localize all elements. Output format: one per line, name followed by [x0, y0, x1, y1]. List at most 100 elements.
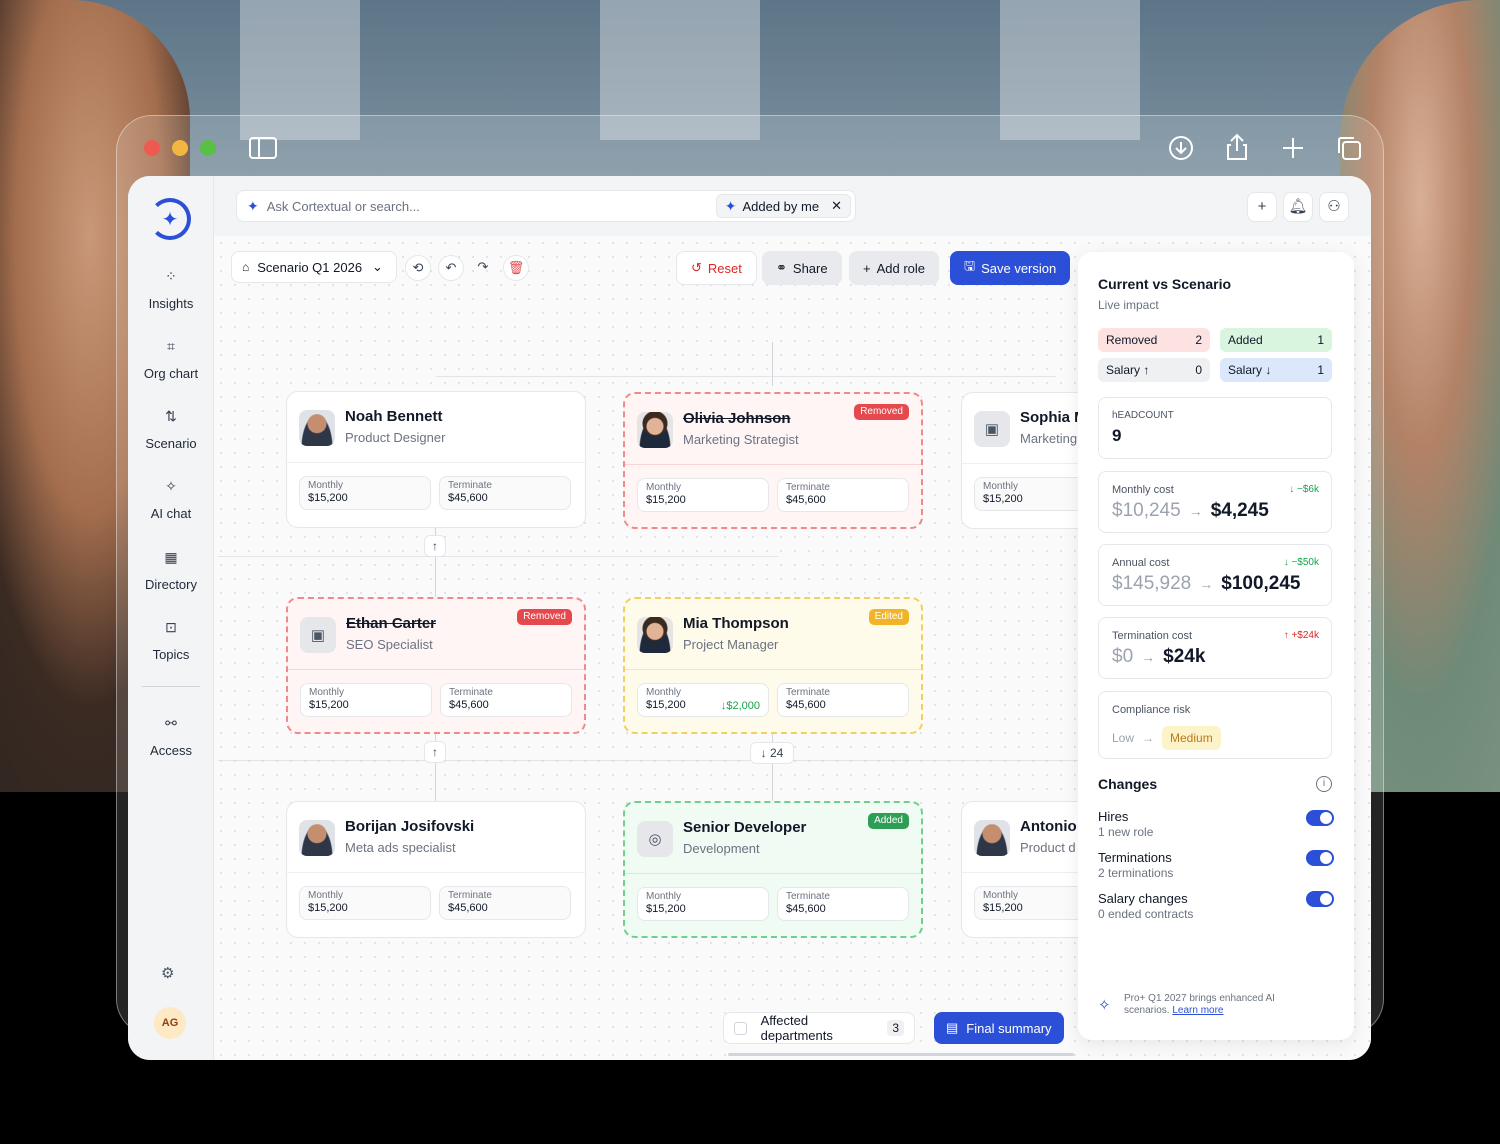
status-badge: Added [868, 813, 909, 829]
top-bar: ✦ Ask Cortextual or search... ✦ Added by… [214, 176, 1371, 236]
nav-item-org-chart[interactable]: ⌗ Org chart [128, 338, 214, 381]
card-divider [625, 669, 921, 670]
removed-count-pill: Removed 2 [1098, 328, 1210, 352]
sparkle-icon: ✦ [247, 197, 259, 214]
add-button[interactable]: + [1247, 192, 1277, 222]
terminate-stat: Terminate $45,600 [439, 476, 571, 510]
connector-line [218, 556, 778, 557]
arrow-right-icon: → [1142, 731, 1155, 745]
employee-card[interactable]: ◎ Senior Developer Development Added Mon… [623, 801, 923, 938]
employee-card[interactable]: Noah Bennett Product Designer Monthly $15… [286, 391, 586, 528]
avatar [299, 820, 335, 856]
collapse-up-button[interactable]: ↑ [424, 741, 446, 763]
termination-cost-metric: Termination cost ↑ +$24k $0 → $24k [1098, 617, 1332, 679]
download-icon[interactable] [1166, 133, 1196, 163]
avatar [637, 412, 673, 448]
sidebar-divider [142, 686, 200, 687]
bell-icon[interactable]: 🔔︎ [1283, 192, 1313, 222]
employee-card[interactable]: ▣ Sophia M Marketing Monthly $15,200 [961, 392, 1087, 529]
close-window-button[interactable] [144, 140, 160, 156]
reset-button[interactable]: ↺ Reset [676, 251, 757, 285]
nav-item-access[interactable]: ⚯ Access [128, 715, 214, 758]
card-divider [625, 464, 921, 465]
annual-cost-metric: Annual cost ↓ −$50k $145,928 → $100,245 [1098, 544, 1332, 606]
employee-card[interactable]: Olivia Johnson Marketing Strategist Remo… [623, 392, 923, 529]
reset-icon: ↺ [691, 260, 702, 275]
salary-delta: ↓$2,000 [720, 700, 760, 712]
topics-icon: ⊡ [165, 619, 177, 635]
user-settings-icon[interactable]: ⚇ [1319, 192, 1349, 222]
horizontal-scrollbar[interactable] [728, 1053, 1074, 1056]
card-divider [287, 872, 585, 873]
status-badge: Removed [517, 609, 572, 625]
monthly-stat: Monthly $15,200 [637, 887, 769, 921]
employee-card[interactable]: Antonio Product d Monthly $15,200 [961, 801, 1086, 938]
employee-card[interactable]: Mia Thompson Project Manager Edited Mont… [623, 597, 923, 734]
share-browser-icon[interactable] [1222, 133, 1252, 163]
history-icon[interactable]: ⟲ [405, 255, 431, 281]
settings-gear-icon[interactable]: ⚙ [161, 964, 174, 982]
image-placeholder-icon: ▣ [974, 411, 1010, 447]
card-divider [962, 463, 1079, 464]
avatar [974, 820, 1010, 856]
filter-chip[interactable]: ✦ Added by me ✕ [715, 194, 851, 218]
status-badge: Removed [854, 404, 909, 420]
plus-icon: + [863, 260, 871, 276]
terminate-stat: Terminate $45,600 [777, 478, 909, 512]
learn-more-link[interactable]: Learn more [1172, 1005, 1223, 1016]
info-icon[interactable]: i [1316, 776, 1332, 792]
trash-icon[interactable]: 🗑︎ [503, 255, 529, 281]
scenario-select[interactable]: ⌂ Scenario Q1 2026 ⌄ [231, 251, 397, 283]
monthly-stat: Monthly $15,200 ↓$2,000 [637, 683, 769, 717]
sidebar-toggle-icon[interactable] [248, 133, 278, 163]
employee-card[interactable]: Borijan Josifovski Meta ads specialist M… [286, 801, 586, 938]
logo-icon[interactable]: ✦ [149, 198, 191, 240]
sparkle-icon: ✧ [1098, 997, 1111, 1014]
minimize-window-button[interactable] [172, 140, 188, 156]
add-role-button[interactable]: + Add role [849, 251, 940, 285]
expand-children-button[interactable]: ↓ 24 [750, 742, 794, 764]
nav-item-topics[interactable]: ⊡ Topics [128, 619, 214, 662]
chevron-down-icon: ⌄ [372, 259, 383, 274]
card-divider [625, 873, 921, 874]
share-button[interactable]: ⚭ Share [762, 251, 842, 285]
final-summary-button[interactable]: ▤ Final summary [934, 1012, 1064, 1044]
save-version-button[interactable]: 🖫︎ Save version [950, 251, 1071, 285]
scenario-icon: ⇅ [165, 408, 177, 424]
new-tab-icon[interactable] [1278, 133, 1308, 163]
checkbox[interactable] [734, 1021, 747, 1035]
terminate-stat: Terminate $45,600 [777, 683, 909, 717]
arrow-right-icon: → [1188, 503, 1203, 519]
redo-icon[interactable]: ↷ [470, 255, 496, 281]
document-icon: ▤ [946, 1020, 959, 1035]
collapse-up-button[interactable]: ↑ [424, 535, 446, 557]
arrow-right-icon: → [1199, 576, 1214, 592]
promo-text: Pro+ Q1 2027 brings enhanced AI scenario… [1124, 993, 1275, 1016]
nav-item-directory[interactable]: ▦ Directory [128, 549, 214, 592]
maximize-window-button[interactable] [200, 140, 216, 156]
added-count-pill: Added 1 [1220, 328, 1332, 352]
user-avatar[interactable]: AG [154, 1007, 186, 1039]
nav-item-insights[interactable]: ⁘ Insights [128, 268, 214, 311]
affected-departments-toggle[interactable]: Affected departments 3 [723, 1012, 915, 1044]
search-input[interactable]: ✦ Ask Cortextual or search... ✦ Added by… [236, 190, 856, 222]
avatar [299, 410, 335, 446]
close-icon[interactable]: ✕ [831, 198, 842, 214]
undo-icon[interactable]: ↶ [438, 255, 464, 281]
monthly-stat: Monthly $15,200 [637, 478, 769, 512]
connector-line [436, 376, 1056, 377]
employee-card[interactable]: ▣ Ethan Carter SEO Specialist Removed Mo… [286, 597, 586, 734]
tabs-overview-icon[interactable] [1334, 133, 1364, 163]
access-icon: ⚯ [165, 715, 177, 731]
terminate-stat: Terminate $45,600 [777, 887, 909, 921]
nav-item-ai-chat[interactable]: ✧ AI chat [128, 478, 214, 521]
status-badge: Edited [868, 609, 909, 625]
sparkle-icon: ✧ [165, 478, 177, 494]
nav-item-scenario[interactable]: ⇅ Scenario [128, 408, 214, 451]
save-icon: 🖫︎ [964, 258, 976, 273]
count-badge: 3 [887, 1020, 904, 1036]
terminations-toggle[interactable] [1306, 850, 1334, 866]
card-divider [287, 462, 585, 463]
salary-changes-toggle[interactable] [1306, 891, 1334, 907]
hires-toggle[interactable] [1306, 810, 1334, 826]
